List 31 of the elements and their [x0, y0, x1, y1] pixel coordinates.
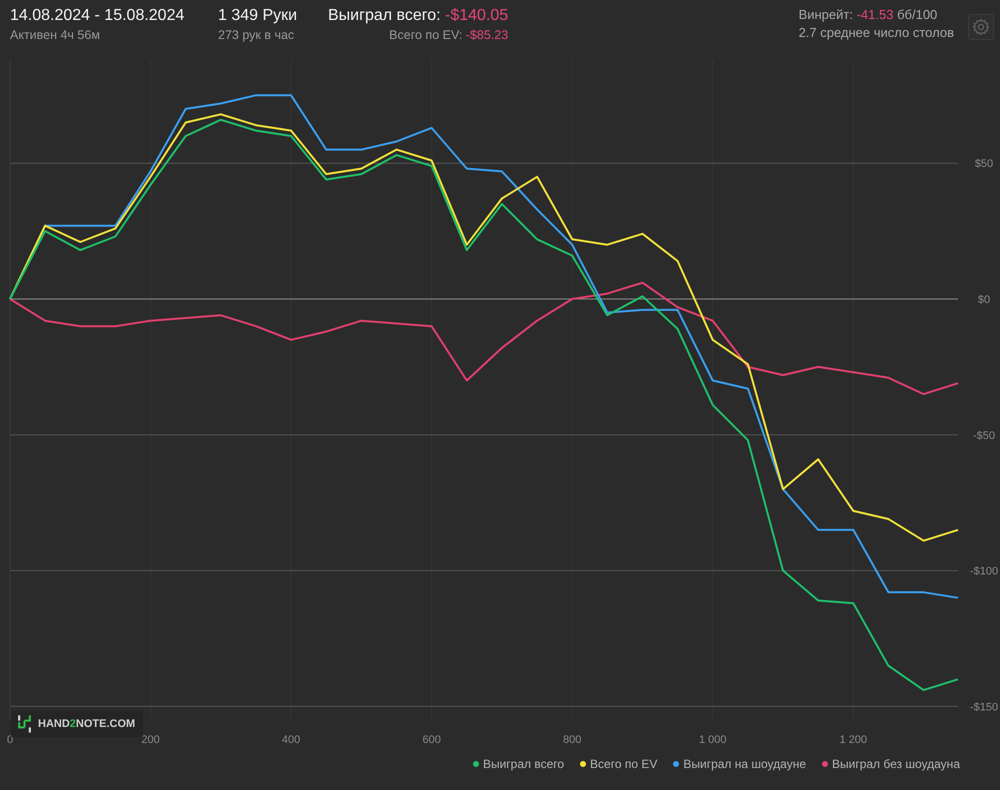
- won-total-value: -$140.05: [445, 7, 508, 24]
- active-time: Активен 4ч 56м: [10, 27, 101, 44]
- y-axis-label: -$50: [972, 430, 996, 442]
- hands-count: 1 349 Руки: [218, 6, 298, 26]
- legend-label: Выиграл на шоудауне: [683, 756, 806, 773]
- y-axis-label: $0: [978, 294, 990, 306]
- logo-text: HAND2NOTE.COM: [38, 716, 136, 732]
- y-axis-label: -$150: [970, 701, 998, 714]
- settings-icon: [972, 18, 990, 36]
- winrate-label: Винрейт:: [798, 7, 853, 22]
- ev-total-value: -$85.23: [466, 28, 508, 42]
- y-axis-label: $50: [974, 158, 994, 170]
- x-axis-label: 1 200: [840, 734, 868, 746]
- legend-label: Всего по EV: [590, 756, 658, 773]
- ev-total-label: Всего по EV:: [389, 28, 462, 42]
- date-range: 14.08.2024 - 15.08.2024: [10, 6, 186, 26]
- x-axis-label: 800: [563, 734, 582, 746]
- legend-label: Выиграл без шоудауна: [832, 756, 960, 773]
- logo-icon: [17, 714, 32, 734]
- x-axis-label: 1 000: [698, 734, 726, 746]
- legend-label: Выиграл всего: [482, 756, 564, 773]
- winrate-value: -41.53: [856, 7, 894, 22]
- winrate-unit: бб/100: [897, 7, 938, 22]
- avg-tables: 2.7 среднее число столов: [798, 24, 954, 42]
- settings-button[interactable]: [968, 14, 994, 40]
- won-total-label: Выиграл всего:: [328, 7, 441, 24]
- x-axis-label: 600: [422, 734, 441, 746]
- x-axis-label: 200: [141, 734, 160, 746]
- x-axis-label: 400: [282, 734, 300, 746]
- y-axis-label: -$100: [970, 566, 998, 578]
- hands-per-hour: 273 рук в час: [218, 27, 296, 44]
